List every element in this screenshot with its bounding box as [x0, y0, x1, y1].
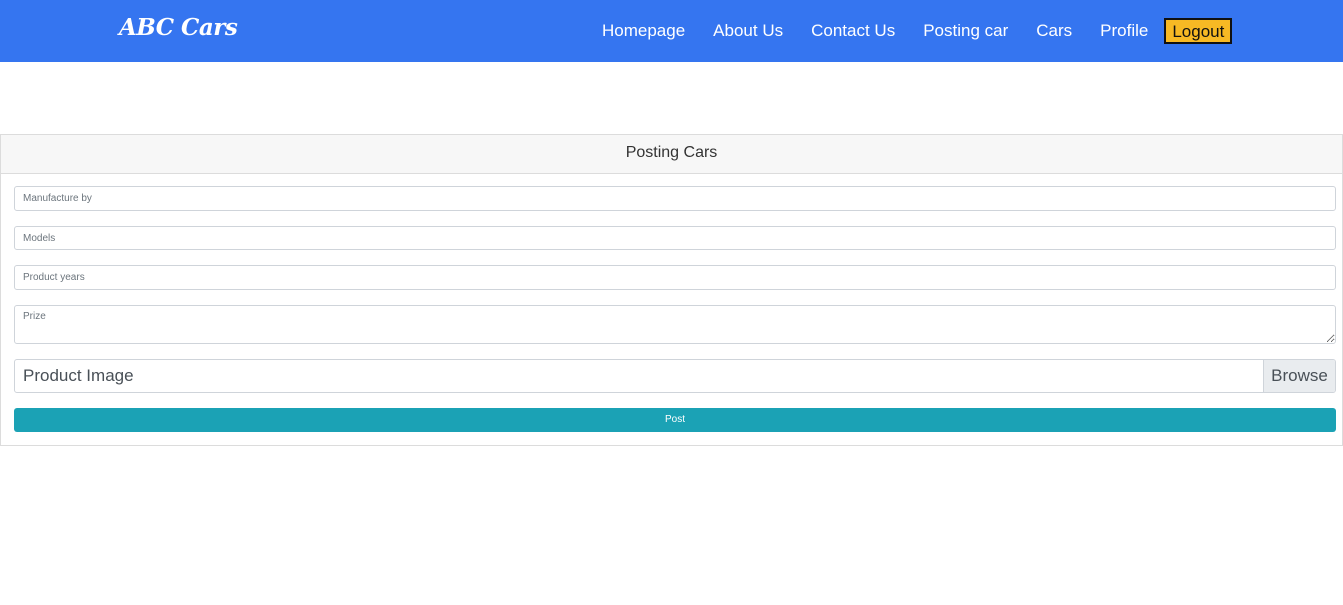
prize-textarea[interactable] [14, 305, 1336, 344]
models-input[interactable] [14, 226, 1336, 250]
nav-link-cars[interactable]: Cars [1022, 21, 1086, 41]
logout-button[interactable]: Logout [1164, 18, 1233, 44]
manufacture-input[interactable] [14, 186, 1336, 211]
navbar: ABC Cars Homepage About Us Contact Us Po… [0, 0, 1343, 62]
post-button[interactable]: Post [14, 408, 1336, 432]
posting-form-card: Posting Cars Product Image Browse Post [0, 134, 1343, 446]
nav-link-homepage[interactable]: Homepage [588, 21, 699, 41]
nav-link-about-us[interactable]: About Us [699, 21, 797, 41]
nav-link-profile[interactable]: Profile [1086, 21, 1162, 41]
nav-link-contact-us[interactable]: Contact Us [797, 21, 909, 41]
browse-button[interactable]: Browse [1263, 360, 1335, 392]
product-image-file-input[interactable]: Product Image Browse [14, 359, 1336, 393]
nav-links: Homepage About Us Contact Us Posting car… [588, 16, 1233, 46]
product-image-label: Product Image [23, 366, 134, 385]
brand-logo[interactable]: ABC Cars [119, 14, 238, 41]
nav-link-posting-car[interactable]: Posting car [909, 21, 1022, 41]
form-title: Posting Cars [1, 135, 1342, 174]
product-years-input[interactable] [14, 265, 1336, 290]
